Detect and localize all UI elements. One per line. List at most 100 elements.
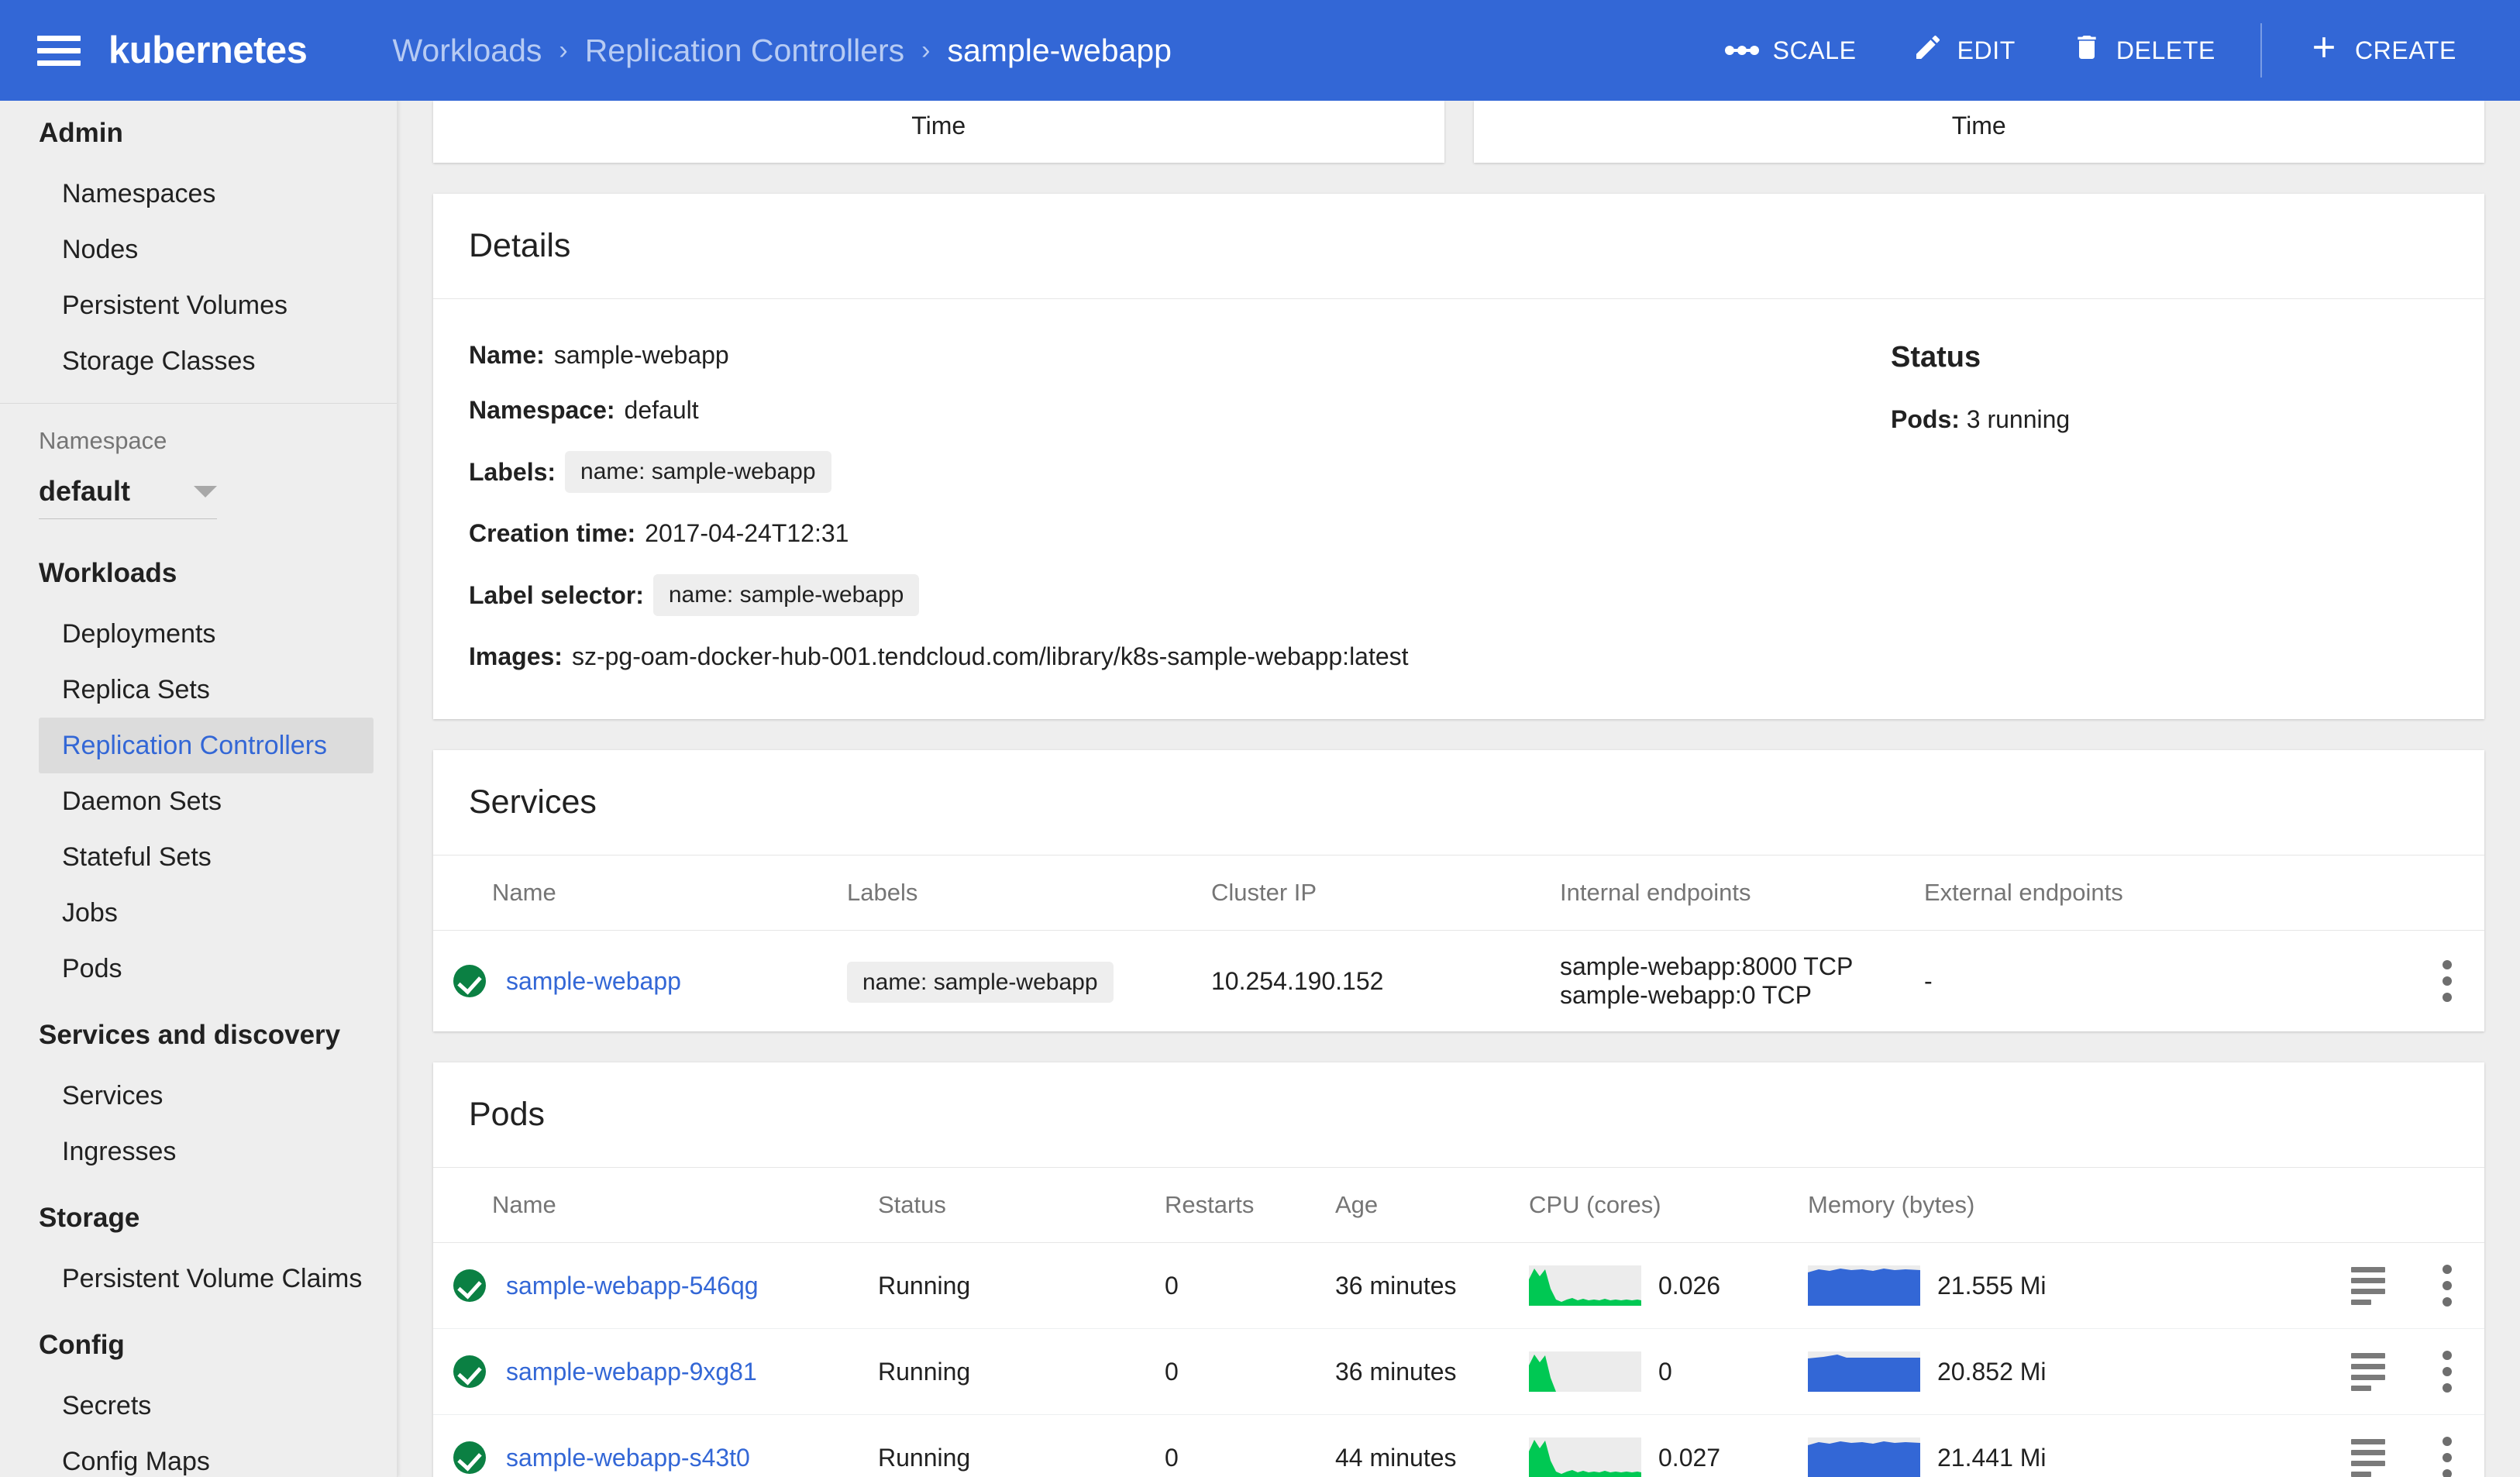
sidebar-item-namespaces[interactable]: Namespaces [0,166,397,222]
logs-icon[interactable] [2351,1267,2385,1305]
detail-key: Label selector: [469,581,644,610]
detail-key: Namespace: [469,396,615,425]
kebab-menu-icon[interactable] [2443,960,2452,1002]
hamburger-bar [37,60,81,66]
sidebar-item-nodes[interactable]: Nodes [0,222,397,277]
sidebar-item-replication-controllers[interactable]: Replication Controllers [39,718,374,773]
toolbar-divider [2260,23,2262,77]
pod-memory-value: 21.555 Mi [1937,1272,2047,1300]
pod-age: 44 minutes [1324,1415,1518,1477]
table-row[interactable]: sample-webapp-s43t0 Running 0 44 minutes… [433,1415,2484,1477]
pods-table-header-row: Name Status Restarts Age CPU (cores) Mem… [433,1168,2484,1243]
services-col-labels: Labels [836,856,1200,931]
memory-sparkline [1808,1437,1920,1477]
cpu-sparkline [1529,1265,1641,1306]
topbar-actions: SCALE EDIT DELETE CREATE [1697,0,2520,101]
pods-col-status: Status [867,1168,1154,1243]
detail-key: Images: [469,642,563,671]
metrics-graphs-row: Time Time [398,101,2520,163]
hamburger-menu-icon[interactable] [37,33,81,67]
status-pods-key: Pods: [1891,405,1960,433]
breadcrumb-item-replication-controllers[interactable]: Replication Controllers [585,33,904,69]
pod-age: 36 minutes [1324,1329,1518,1415]
pods-col-cpu: CPU (cores) [1518,1168,1797,1243]
scale-button[interactable]: SCALE [1697,36,1885,65]
pod-name-link[interactable]: sample-webapp-9xg81 [506,1358,757,1386]
memory-sparkline [1808,1351,1920,1392]
pod-cpu-value: 0 [1658,1358,1672,1386]
status-ok-icon [453,1269,486,1302]
detail-value: 2017-04-24T12:31 [645,519,849,548]
service-name-link[interactable]: sample-webapp [506,967,681,996]
table-row[interactable]: sample-webapp-9xg81 Running 0 36 minutes… [433,1329,2484,1415]
pod-cpu-value: 0.026 [1658,1272,1720,1300]
sidebar-item-daemon-sets[interactable]: Daemon Sets [0,773,397,829]
status-pods-row: Pods: 3 running [1891,405,2449,434]
delete-button[interactable]: DELETE [2043,32,2243,69]
pod-name-link[interactable]: sample-webapp-s43t0 [506,1444,750,1472]
details-card-title: Details [433,194,2484,299]
services-col-actions [2410,856,2484,931]
pods-col-restarts: Restarts [1154,1168,1324,1243]
pods-col-name: Name [433,1168,867,1243]
detail-row-labels: Labels: name: sample-webapp [469,451,1860,493]
logs-icon[interactable] [2351,1353,2385,1391]
pod-name-link[interactable]: sample-webapp-546qg [506,1272,759,1300]
sidebar-item-secrets[interactable]: Secrets [0,1378,397,1434]
sidebar-item-replica-sets[interactable]: Replica Sets [0,662,397,718]
breadcrumb: Workloads › Replication Controllers › sa… [392,33,1172,69]
sidebar-item-stateful-sets[interactable]: Stateful Sets [0,829,397,885]
sidebar-item-persistent-volume-claims[interactable]: Persistent Volume Claims [0,1251,397,1307]
table-row[interactable]: sample-webapp-546qg Running 0 36 minutes… [433,1243,2484,1329]
kebab-menu-icon[interactable] [2443,1265,2452,1307]
edit-button-label: EDIT [1957,36,2016,65]
sidebar-item-deployments[interactable]: Deployments [0,606,397,662]
pod-restarts: 0 [1154,1415,1324,1477]
hamburger-bar [37,48,81,53]
trash-icon [2071,32,2102,69]
sidebar-group-storage: Storage [0,1186,397,1251]
create-button[interactable]: CREATE [2279,30,2484,71]
kebab-menu-icon[interactable] [2443,1351,2452,1393]
services-col-name: Name [433,856,836,931]
detail-key: Labels: [469,458,556,487]
details-status-section: Status Pods: 3 running [1860,341,2449,671]
scale-button-label: SCALE [1773,36,1857,65]
breadcrumb-item-workloads[interactable]: Workloads [392,33,542,69]
detail-value: sz-pg-oam-docker-hub-001.tendcloud.com/l… [572,642,1409,671]
table-row[interactable]: sample-webapp name: sample-webapp 10.254… [433,931,2484,1032]
namespace-label: Namespace [0,404,397,455]
pods-col-actions [2410,1168,2484,1243]
hamburger-bar [37,36,81,41]
sidebar-group-services-and-discovery: Services and discovery [0,1003,397,1068]
sidebar-item-jobs[interactable]: Jobs [0,885,397,941]
breadcrumb-separator-icon: › [559,37,567,64]
service-cluster-ip: 10.254.190.152 [1200,931,1549,1032]
sidebar-item-config-maps[interactable]: Config Maps [0,1434,397,1477]
services-col-internal-endpoints: Internal endpoints [1549,856,1913,931]
sidebar-item-storage-classes[interactable]: Storage Classes [0,333,397,389]
sidebar-item-pods[interactable]: Pods [0,941,397,997]
detail-row-namespace: Namespace: default [469,396,1860,425]
detail-row-images: Images: sz-pg-oam-docker-hub-001.tendclo… [469,642,1860,671]
namespace-select[interactable]: default [39,475,217,519]
sidebar-item-persistent-volumes[interactable]: Persistent Volumes [0,277,397,333]
sidebar-item-services[interactable]: Services [0,1068,397,1124]
logs-icon[interactable] [2351,1439,2385,1477]
edit-button[interactable]: EDIT [1885,32,2043,69]
chevron-down-icon [194,486,217,497]
detail-value: default [625,396,699,425]
sidebar-item-ingresses[interactable]: Ingresses [0,1124,397,1179]
delete-button-label: DELETE [2116,36,2215,65]
main-content: Time Time Details Name: sample-webapp Na… [398,101,2520,1477]
sidebar-group-config: Config [0,1313,397,1378]
pods-col-age: Age [1324,1168,1518,1243]
detail-row-label-selector: Label selector: name: sample-webapp [469,574,1860,616]
status-ok-icon [453,1355,486,1388]
status-heading: Status [1891,341,2449,374]
kebab-menu-icon[interactable] [2443,1437,2452,1477]
scale-icon [1725,45,1759,56]
details-card-body: Name: sample-webapp Namespace: default L… [433,299,2484,719]
pod-status: Running [867,1243,1154,1329]
services-col-cluster-ip: Cluster IP [1200,856,1549,931]
